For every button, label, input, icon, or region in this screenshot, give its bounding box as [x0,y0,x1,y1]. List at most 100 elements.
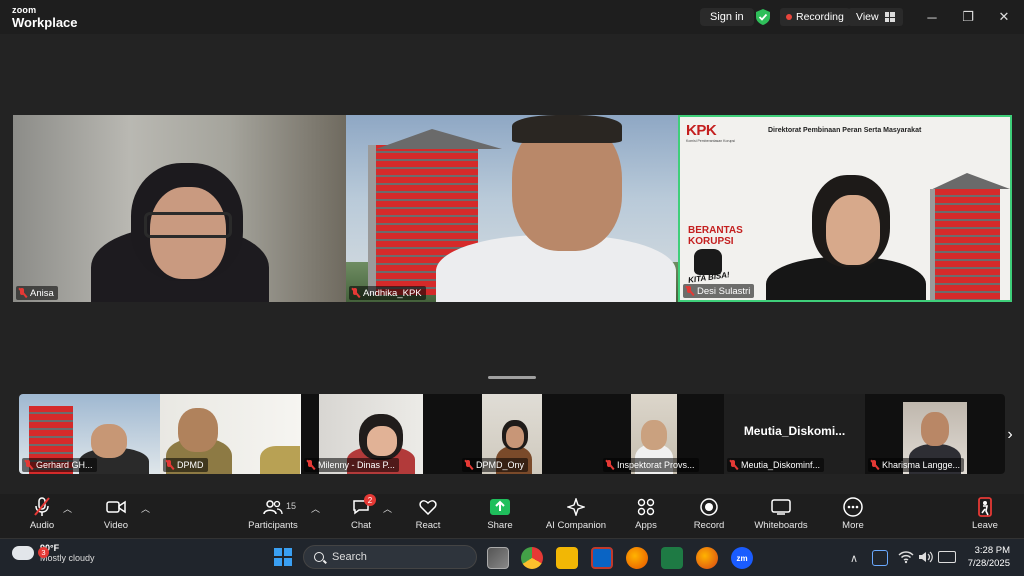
strip-tile-gerhard[interactable]: Gerhard GH... [19,394,160,474]
leave-exit-icon [973,496,997,518]
sign-in-button[interactable]: Sign in [700,8,754,26]
share-label: Share [487,520,513,531]
share-button[interactable]: Share [482,496,518,536]
clock-time: 3:28 PM [974,545,1010,556]
share-screen-icon [488,496,512,518]
participant-face [641,420,667,450]
minimize-button[interactable]: ─ [914,0,950,34]
recording-dot-icon [786,14,792,20]
strip-tile-milenny[interactable]: Milenny - Dinas P... [301,394,442,474]
security-shield-icon[interactable] [756,9,770,25]
volume-icon[interactable] [918,550,934,566]
recording-label: Recording [796,11,844,23]
mic-muted-icon [165,460,174,470]
mic-muted-icon [685,286,694,296]
video-options-caret-icon[interactable]: ︿ [141,502,150,515]
task-view-icon[interactable] [487,547,509,569]
chat-button[interactable]: 2 Chat [343,494,379,536]
firefox-browser-icon[interactable] [626,547,648,569]
video-tile-anisa[interactable]: Anisa [13,115,346,302]
heart-icon [416,496,440,518]
chat-options-caret-icon[interactable]: ︿ [383,502,392,515]
wifi-icon[interactable] [898,550,914,566]
cloud-weather-icon [12,546,34,561]
name-badge: Meutia_Diskominf... [727,458,825,472]
logo-line1: zoom [12,5,37,15]
file-explorer-icon[interactable] [556,547,578,569]
video-camera-icon [104,496,128,518]
strip-tile-meutia[interactable]: Meutia_Diskomi... Meutia_Diskominf... [724,394,865,474]
strip-tile-dpmd[interactable]: DPMD [160,394,301,474]
recording-indicator[interactable]: Recording [780,8,850,26]
zoom-app-icon[interactable]: zm [731,547,753,569]
outlook-app-icon[interactable] [591,547,613,569]
mic-muted-icon [351,288,360,298]
mic-muted-icon [605,460,614,470]
clock-date: 7/28/2025 [967,557,1010,569]
record-icon [697,496,721,518]
leave-button[interactable]: Leave [967,496,1003,536]
video-tile-desi[interactable]: KPK Komisi Pemberantasan Korupsi Direkto… [678,115,1012,302]
whiteboards-button[interactable]: Whiteboards [752,496,810,536]
participant-face [921,412,949,446]
video-label: Video [103,520,129,531]
ai-companion-button[interactable]: AI Companion [543,496,609,536]
firefox-alt-icon[interactable] [696,547,718,569]
name-badge: Kharisma Langge... [868,458,965,472]
react-button[interactable]: React [410,496,446,536]
weather-alert-badge: 3 [38,547,49,558]
restore-button[interactable]: ❐ [950,0,986,34]
strip-tile-kharisma[interactable]: Kharisma Langge... [865,394,1005,474]
close-button[interactable]: ✕ [986,0,1022,34]
slogan-line1: BERANTAS [688,225,743,236]
weather-widget[interactable]: 3 90°F Mostly cloudy [12,543,95,564]
participant-name: Inspektorat Provs... [617,460,695,470]
chrome-browser-icon[interactable] [521,547,543,569]
participant-face [178,408,218,452]
resize-handle[interactable] [488,376,536,379]
strip-tile-dpmd-ony[interactable]: DPMD_Ony [442,394,583,474]
taskbar-search-box[interactable]: Search [303,545,477,569]
participants-count: 15 [286,501,297,511]
mic-muted-icon [24,460,33,470]
apps-grid-icon [634,496,658,518]
record-button[interactable]: Record [691,496,727,536]
whiteboards-label: Whiteboards [754,520,808,531]
video-button[interactable]: Video [98,496,134,536]
tray-chevron-icon[interactable]: ∧ [850,539,858,576]
participant-face [91,424,127,458]
view-button[interactable]: View [848,8,903,26]
title-bar: zoom Workplace Sign in Recording View ─ … [0,0,1024,34]
more-button[interactable]: More [835,496,871,536]
apps-label: Apps [635,520,657,531]
bluetooth-tray-icon[interactable] [872,550,888,566]
mic-muted-icon [870,460,879,470]
excel-app-icon[interactable] [661,547,683,569]
apps-button[interactable]: Apps [628,496,664,536]
strip-tile-inspektorat[interactable]: Inspektorat Provs... [583,394,724,474]
participant-name: Milenny - Dinas P... [318,460,395,470]
mic-muted-icon [306,460,315,470]
slogan-line2: KORUPSI [688,236,734,247]
participant-face [367,426,397,456]
mic-muted-icon [30,496,54,518]
glasses-icon [144,212,232,238]
audio-options-caret-icon[interactable]: ︿ [63,502,72,515]
participant-name: Andhika_KPK [363,287,422,299]
kpk-logo-subtitle: Komisi Pemberantasan Korupsi [686,139,736,143]
participants-options-caret-icon[interactable]: ︿ [311,502,320,515]
video-tile-andhika[interactable]: Andhika_KPK [346,115,678,302]
building-roof [932,173,1010,189]
windows-start-icon[interactable] [274,548,292,566]
windows-taskbar: 3 90°F Mostly cloudy Search zm ∧ 3:28 PM… [0,538,1024,576]
participants-icon [261,496,285,518]
slide-slogan: BERANTAS KORUPSI [688,225,743,247]
name-badge: Gerhard GH... [22,458,97,472]
kpk-building-image [930,189,1000,300]
battery-icon[interactable] [938,551,956,563]
audio-button[interactable]: Audio [24,496,60,536]
search-icon [314,552,324,562]
strip-next-arrow-icon[interactable]: › [1002,424,1018,446]
name-badge: Desi Sulastri [683,284,755,298]
system-clock[interactable]: 3:28 PM 7/28/2025 [960,545,1010,571]
